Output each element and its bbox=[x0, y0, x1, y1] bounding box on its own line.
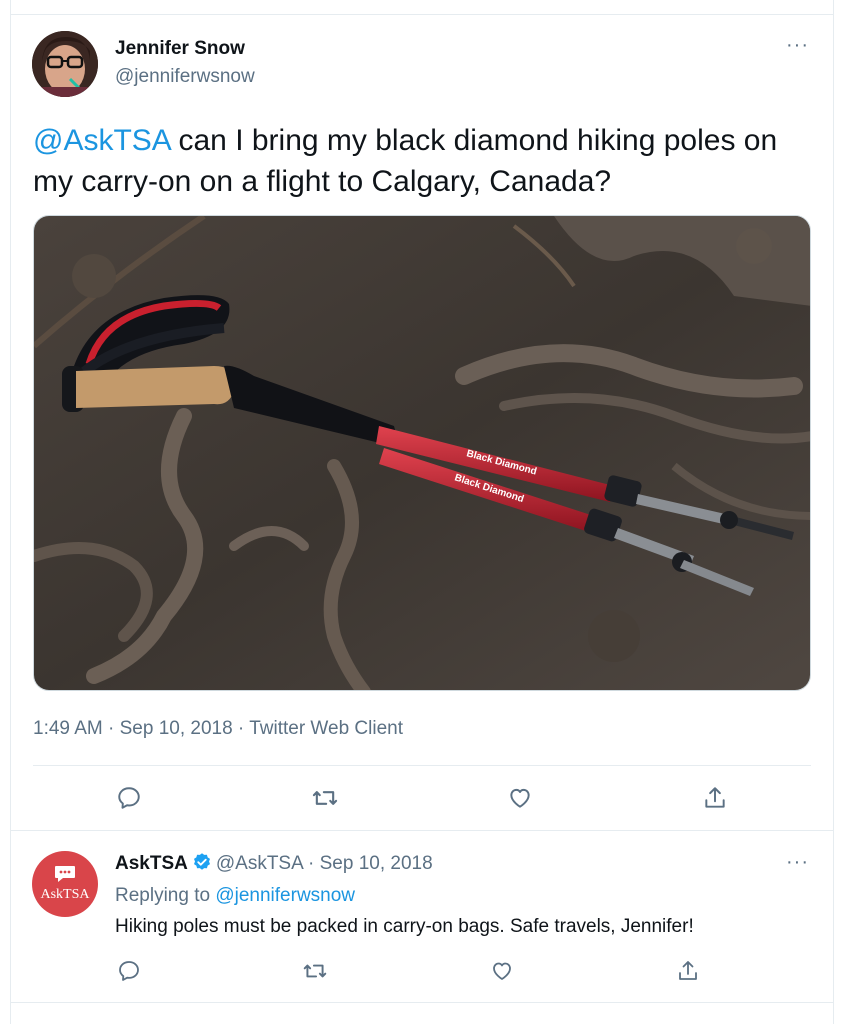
replying-to-prefix: Replying to bbox=[115, 885, 216, 906]
heart-icon bbox=[510, 788, 530, 808]
author-avatar-image bbox=[32, 31, 98, 97]
chat-bubble-icon bbox=[55, 866, 75, 882]
asktsa-avatar[interactable]: AskTSA bbox=[32, 851, 98, 917]
tweet-photo[interactable]: Black Diamond Black Diamond bbox=[33, 215, 811, 691]
share-icon bbox=[679, 961, 697, 980]
reply-author-name[interactable]: AskTSA bbox=[115, 853, 188, 874]
divider bbox=[10, 1002, 834, 1003]
meta-separator: · bbox=[232, 718, 250, 739]
tweet-text: @AskTSA can I bring my black diamond hik… bbox=[33, 120, 823, 202]
hiking-poles-photo: Black Diamond Black Diamond bbox=[34, 216, 810, 690]
author-avatar[interactable] bbox=[32, 31, 98, 97]
retweet-button[interactable] bbox=[299, 955, 331, 987]
reply-button[interactable] bbox=[113, 782, 145, 814]
reply-button[interactable] bbox=[113, 955, 145, 987]
tweet-time[interactable]: 1:49 AM bbox=[33, 718, 103, 739]
replying-to: Replying to @jenniferwsnow bbox=[115, 885, 355, 907]
top-divider bbox=[10, 14, 834, 15]
reply-header: AskTSA @AskTSA · Sep 10, 2018 bbox=[115, 852, 433, 875]
like-button[interactable] bbox=[504, 782, 536, 814]
retweet-icon bbox=[312, 791, 338, 805]
meta-separator: · bbox=[102, 718, 120, 739]
more-options-icon[interactable]: ··· bbox=[786, 34, 809, 57]
heart-icon bbox=[493, 962, 511, 980]
author-handle[interactable]: @jenniferwsnow bbox=[115, 66, 255, 88]
author-name[interactable]: Jennifer Snow bbox=[115, 38, 245, 60]
share-button[interactable] bbox=[699, 782, 731, 814]
reply-text: Hiking poles must be packed in carry-on … bbox=[115, 916, 694, 937]
verified-badge-icon bbox=[192, 852, 212, 872]
share-icon bbox=[705, 787, 725, 808]
tweet-client[interactable]: Twitter Web Client bbox=[249, 718, 403, 739]
mention-link[interactable]: @AskTSA bbox=[33, 124, 170, 157]
retweet-button[interactable] bbox=[309, 782, 341, 814]
replying-to-handle[interactable]: @jenniferwsnow bbox=[215, 885, 355, 906]
reply-separator: · bbox=[302, 853, 320, 874]
tweet-meta: 1:49 AM · Sep 10, 2018 · Twitter Web Cli… bbox=[33, 718, 403, 740]
reply-icon bbox=[118, 787, 140, 809]
divider bbox=[10, 830, 834, 831]
like-button[interactable] bbox=[486, 955, 518, 987]
reply-date[interactable]: Sep 10, 2018 bbox=[320, 853, 433, 874]
reply-author-handle[interactable]: @AskTSA bbox=[216, 853, 303, 874]
share-button[interactable] bbox=[672, 955, 704, 987]
retweet-icon bbox=[303, 964, 327, 978]
avatar-label: AskTSA bbox=[40, 887, 90, 902]
reply-icon bbox=[119, 961, 139, 981]
more-options-icon[interactable]: ··· bbox=[786, 851, 809, 874]
divider bbox=[33, 765, 811, 766]
tweet-date[interactable]: Sep 10, 2018 bbox=[120, 718, 233, 739]
